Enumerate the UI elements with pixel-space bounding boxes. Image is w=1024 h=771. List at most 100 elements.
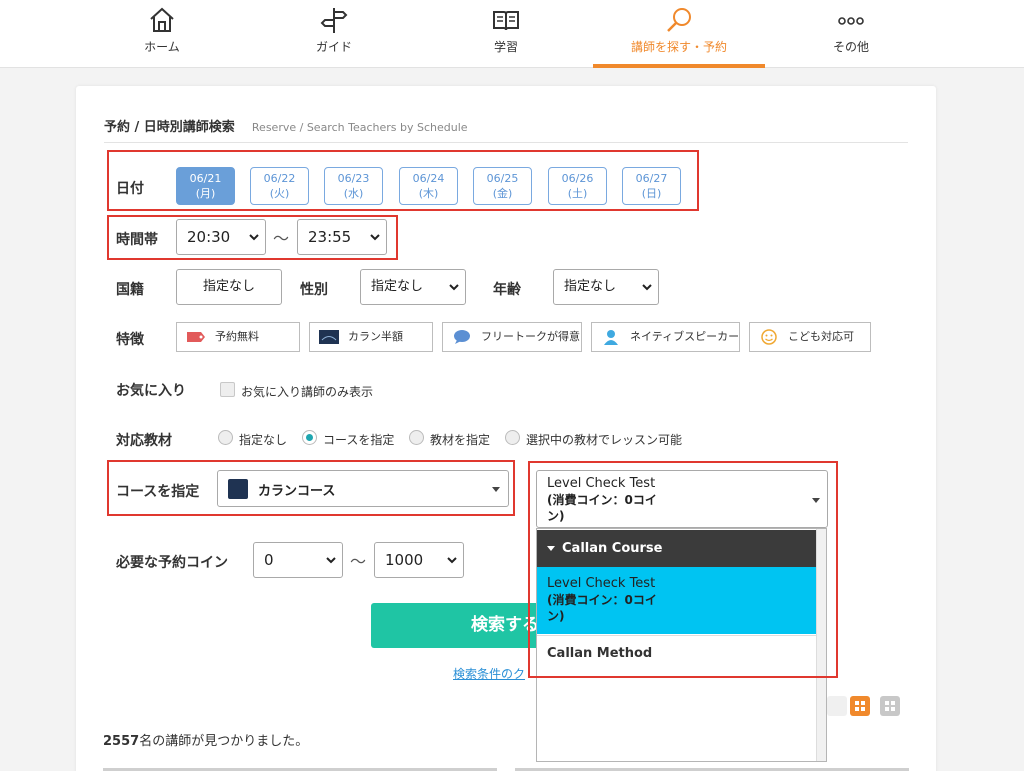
feature-free-reservation[interactable]: 予約無料 xyxy=(176,322,300,352)
page-title-sub: Reserve / Search Teachers by Schedule xyxy=(251,121,468,134)
age-label: 年齢 xyxy=(493,282,521,298)
gender-label: 性別 xyxy=(300,282,328,298)
coins-label: 必要な予約コイン xyxy=(116,555,228,571)
day-text: (月) xyxy=(195,187,216,200)
date-text: 06/26 xyxy=(561,172,594,185)
chevron-down-icon xyxy=(249,234,259,241)
grid-icon xyxy=(855,701,865,711)
time-to-select[interactable]: 23:55 xyxy=(297,219,387,255)
day-text: (日) xyxy=(641,187,662,200)
date-text: 06/25 xyxy=(486,172,519,185)
smiley-icon xyxy=(761,329,777,345)
course-label: コースを指定 xyxy=(116,484,200,500)
nationality-button[interactable]: 指定なし xyxy=(176,269,282,305)
coins-from-select[interactable]: 0 xyxy=(253,542,343,578)
day-text: (金) xyxy=(492,187,513,200)
clear-search-link[interactable]: 検索条件のク xyxy=(453,665,525,682)
radio-selected-material-label: 選択中の教材でレッスン可能 xyxy=(526,433,683,447)
search-button[interactable]: 検索する xyxy=(371,603,543,648)
course-value: カランコース xyxy=(258,484,336,499)
person-icon xyxy=(604,330,618,345)
time-range-separator: 〜 xyxy=(273,229,290,248)
nav-item-study[interactable]: 学習 xyxy=(420,0,592,68)
chat-bubble-icon xyxy=(454,330,470,344)
active-tab-indicator xyxy=(593,64,765,68)
feature-callan-half-price[interactable]: カラン半額 xyxy=(309,322,433,352)
time-from-select[interactable]: 20:30 xyxy=(176,219,266,255)
result-count-number: 2557 xyxy=(103,734,140,749)
feature-kids-friendly[interactable]: こども対応可 xyxy=(749,322,871,352)
book-icon xyxy=(493,11,519,31)
coins-to-value: 1000 xyxy=(385,551,424,569)
material-label: 対応教材 xyxy=(116,433,172,449)
day-text: (木) xyxy=(418,187,439,200)
coins-to-select[interactable]: 1000 xyxy=(374,542,464,578)
chevron-down-icon xyxy=(447,557,457,564)
date-option-0624[interactable]: 06/24 (木) xyxy=(399,167,458,205)
grid-view-icon[interactable] xyxy=(850,696,870,716)
radio-none[interactable] xyxy=(218,430,233,445)
date-option-0622[interactable]: 06/22 (火) xyxy=(250,167,309,205)
age-value: 指定なし xyxy=(564,279,617,294)
top-navigation: ホーム ガイド 学習 講師を探す・予約 その他 xyxy=(0,0,1024,68)
large-grid-view-icon[interactable] xyxy=(880,696,900,716)
divider xyxy=(104,142,908,143)
date-label: 日付 xyxy=(116,181,144,197)
chevron-down-icon xyxy=(326,557,336,564)
page-title: 予約 / 日時別講師検索 Reserve / Search Teachers b… xyxy=(104,116,468,135)
coins-range-separator: 〜 xyxy=(350,552,367,571)
date-text: 06/23 xyxy=(337,172,370,185)
time-label: 時間帯 xyxy=(116,232,158,248)
radio-specify-course[interactable] xyxy=(302,430,317,445)
result-count-suffix: 名の講師が見つかりました。 xyxy=(139,734,309,749)
feature-label: フリートークが得意 xyxy=(481,330,580,343)
nav-item-home[interactable]: ホーム xyxy=(76,0,248,68)
nav-item-more[interactable]: その他 xyxy=(765,0,937,68)
nationality-value: 指定なし xyxy=(202,279,255,294)
nav-item-find-teacher[interactable]: 講師を探す・予約 xyxy=(593,0,765,68)
result-count: 2557名の講師が見つかりました。 xyxy=(103,730,308,749)
day-text: (火) xyxy=(269,187,290,200)
date-option-0626[interactable]: 06/26 (土) xyxy=(548,167,607,205)
caret-down-icon xyxy=(492,487,500,492)
age-select[interactable]: 指定なし xyxy=(553,269,659,305)
date-text: 06/21 xyxy=(189,172,222,185)
nationality-label: 国籍 xyxy=(116,282,144,298)
callan-logo-icon xyxy=(319,330,339,344)
date-option-0623[interactable]: 06/23 (水) xyxy=(324,167,383,205)
nav-label-more: その他 xyxy=(832,40,869,54)
home-icon xyxy=(150,7,174,32)
date-option-0625[interactable]: 06/25 (金) xyxy=(473,167,532,205)
date-text: 06/24 xyxy=(412,172,445,185)
features-label: 特徴 xyxy=(116,332,144,348)
page-title-main: 予約 / 日時別講師検索 xyxy=(104,120,235,135)
feature-label: ネイティブスピーカー xyxy=(630,330,740,343)
radio-specify-material[interactable] xyxy=(409,430,424,445)
radio-specify-material-label: 教材を指定 xyxy=(430,433,491,447)
date-option-0621[interactable]: 06/21 (月) xyxy=(176,167,235,205)
favorites-label: お気に入り xyxy=(116,383,186,399)
time-to-value: 23:55 xyxy=(308,228,352,246)
day-text: (水) xyxy=(343,187,364,200)
date-option-0627[interactable]: 06/27 (日) xyxy=(622,167,681,205)
list-view-icon[interactable] xyxy=(827,696,847,716)
coins-from-value: 0 xyxy=(264,551,274,569)
signpost-icon xyxy=(320,8,348,33)
date-text: 06/22 xyxy=(263,172,296,185)
favorites-only-checkbox[interactable] xyxy=(220,382,235,397)
nav-label-home: ホーム xyxy=(144,40,180,54)
radio-selected-material[interactable] xyxy=(505,430,520,445)
day-text: (土) xyxy=(567,187,588,200)
gender-select[interactable]: 指定なし xyxy=(360,269,466,305)
nav-item-guide[interactable]: ガイド xyxy=(248,0,420,68)
chevron-down-icon xyxy=(449,284,459,291)
gender-value: 指定なし xyxy=(371,279,424,294)
date-text: 06/27 xyxy=(635,172,668,185)
callan-logo-icon xyxy=(228,479,248,499)
time-from-value: 20:30 xyxy=(187,228,231,246)
tag-icon xyxy=(187,332,205,342)
feature-free-talk[interactable]: フリートークが得意 xyxy=(442,322,582,352)
feature-native-speaker[interactable]: ネイティブスピーカー xyxy=(591,322,740,352)
course-select[interactable]: カランコース xyxy=(217,470,509,507)
chevron-down-icon xyxy=(642,284,652,291)
